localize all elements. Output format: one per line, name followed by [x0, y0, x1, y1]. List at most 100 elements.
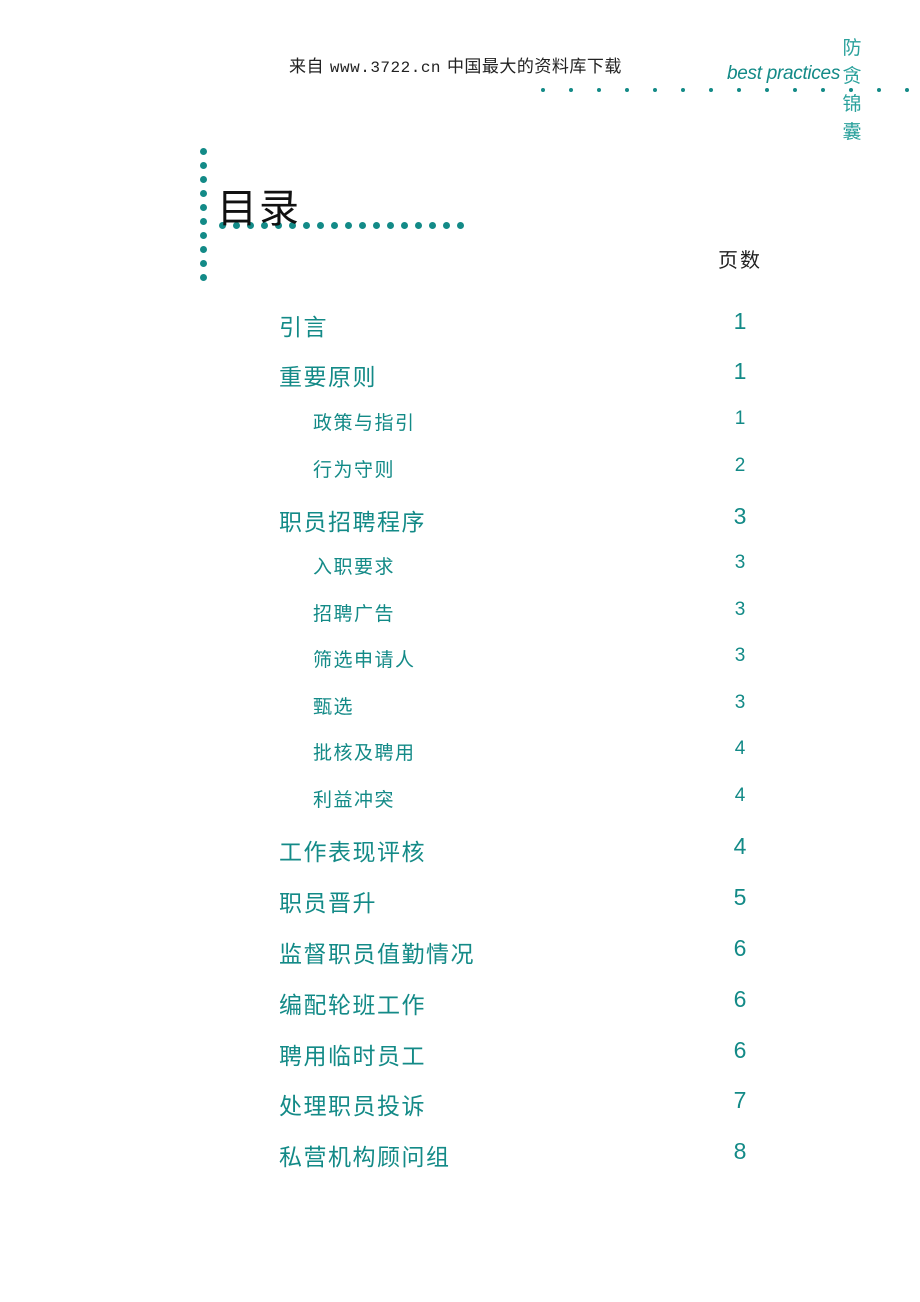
page-column-label: 页数	[718, 248, 762, 272]
toc-entry[interactable]: 政策与指引 1	[0, 408, 920, 438]
toc-entry-page-number: 4	[734, 738, 746, 759]
toc-entry-page-number: 6	[733, 1037, 747, 1063]
toc-entry-label[interactable]: 利益冲突	[313, 785, 395, 812]
decorative-dot	[415, 222, 422, 229]
source-line: 来自 www.3722.cn 中国最大的资料库下载	[289, 52, 622, 77]
series-title-char: 防	[842, 37, 862, 59]
toc-entry[interactable]: 批核及聘用 4	[0, 738, 920, 768]
decorative-dot	[387, 222, 394, 229]
decorative-dot	[569, 88, 573, 92]
toc-entry-page-number: 1	[734, 408, 746, 429]
toc-entry-label[interactable]: 监督职员值勤情况	[279, 935, 475, 969]
decorative-dot	[849, 88, 853, 92]
toc-entry-label[interactable]: 政策与指引	[313, 408, 416, 435]
decorative-dot	[541, 88, 545, 92]
toc-entry-page-number: 4	[734, 785, 746, 806]
decorative-dot	[597, 88, 601, 92]
decorative-dot	[765, 88, 769, 92]
decorative-dot	[793, 88, 797, 92]
toc-title: 目录	[217, 186, 301, 232]
toc-entry-page-number: 5	[733, 884, 747, 910]
toc-entry[interactable]: 职员晋升 5	[0, 884, 920, 917]
toc-entry-page-number: 6	[733, 986, 747, 1012]
series-title-char: 贪	[842, 65, 862, 87]
decorative-dot	[200, 232, 207, 239]
toc-entry-label[interactable]: 聘用临时员工	[279, 1037, 426, 1071]
toc-entry-label[interactable]: 处理职员投诉	[279, 1087, 426, 1121]
toc-entry-page-number: 3	[734, 599, 746, 620]
brand-tagline: best practices	[727, 63, 841, 84]
decorative-dot	[681, 88, 685, 92]
toc-entry-page-number: 3	[734, 692, 746, 713]
toc-entry-label[interactable]: 引言	[279, 308, 328, 342]
toc-entry-page-number: 4	[733, 833, 747, 859]
decorative-dot	[709, 88, 713, 92]
decorative-dot	[821, 88, 825, 92]
decorative-dot	[200, 176, 207, 183]
toc-entry-page-number: 3	[734, 645, 746, 666]
toc-entry-label[interactable]: 入职要求	[313, 552, 395, 579]
decorative-dot	[200, 190, 207, 197]
decorative-dot	[200, 274, 207, 281]
toc-entry[interactable]: 编配轮班工作 6	[0, 986, 920, 1019]
toc-entry[interactable]: 工作表现评核 4	[0, 833, 920, 866]
toc-entry-label[interactable]: 职员晋升	[279, 884, 377, 918]
decorative-dot	[200, 204, 207, 211]
decorative-dot	[331, 222, 338, 229]
toc-entry[interactable]: 监督职员值勤情况 6	[0, 935, 920, 968]
toc-entry[interactable]: 引言 1	[0, 308, 920, 341]
toc-entry-label[interactable]: 甄选	[313, 692, 354, 719]
toc-entry-page-number: 6	[733, 935, 747, 961]
decorative-dot	[877, 88, 881, 92]
toc-entry-label[interactable]: 批核及聘用	[313, 738, 416, 765]
decorative-dot	[200, 260, 207, 267]
decorative-dot	[303, 222, 310, 229]
decorative-dot	[443, 222, 450, 229]
toc-entry-label[interactable]: 招聘广告	[313, 599, 395, 626]
toc-entry[interactable]: 筛选申请人 3	[0, 645, 920, 675]
toc-entry-page-number: 1	[733, 358, 747, 384]
decorative-dot	[200, 148, 207, 155]
decorative-dot	[359, 222, 366, 229]
toc-entry-page-number: 1	[733, 308, 747, 334]
toc-entry[interactable]: 聘用临时员工 6	[0, 1037, 920, 1070]
toc-entry[interactable]: 职员招聘程序 3	[0, 503, 920, 536]
toc-entry[interactable]: 重要原则 1	[0, 358, 920, 391]
source-url-link[interactable]: www.3722.cn	[330, 59, 441, 77]
toc-entry-page-number: 2	[734, 455, 746, 476]
toc-entry[interactable]: 招聘广告 3	[0, 599, 920, 629]
decorative-dot	[653, 88, 657, 92]
toc-entry-label[interactable]: 工作表现评核	[279, 833, 426, 867]
toc-entry-page-number: 3	[734, 552, 746, 573]
toc-entry[interactable]: 甄选 3	[0, 692, 920, 722]
decorative-dot	[429, 222, 436, 229]
toc-entry-page-number: 3	[733, 503, 747, 529]
toc-entry[interactable]: 行为守则 2	[0, 455, 920, 485]
toc-entry-label[interactable]: 重要原则	[279, 358, 377, 392]
decorative-dot	[200, 218, 207, 225]
decorative-dot	[200, 246, 207, 253]
decorative-dot	[737, 88, 741, 92]
decorative-dot	[625, 88, 629, 92]
toc-entry-page-number: 7	[733, 1087, 747, 1113]
decorative-dot	[401, 222, 408, 229]
toc-entry[interactable]: 入职要求 3	[0, 552, 920, 582]
toc-entry-label[interactable]: 筛选申请人	[313, 645, 416, 672]
toc-entry[interactable]: 处理职员投诉 7	[0, 1087, 920, 1120]
toc-entry-label[interactable]: 私营机构顾问组	[279, 1138, 451, 1172]
source-suffix: 中国最大的资料库下载	[446, 57, 622, 77]
decorative-dot	[200, 162, 207, 169]
series-title-char: 锦	[842, 93, 862, 115]
series-title-char: 囊	[842, 121, 862, 143]
decorative-dot	[317, 222, 324, 229]
decorative-dot	[457, 222, 464, 229]
toc-entry-label[interactable]: 编配轮班工作	[279, 986, 426, 1020]
toc-entry[interactable]: 利益冲突 4	[0, 785, 920, 815]
decorative-dot	[905, 88, 909, 92]
toc-entry-page-number: 8	[733, 1138, 747, 1164]
decorative-dot	[345, 222, 352, 229]
toc-entry-label[interactable]: 职员招聘程序	[279, 503, 426, 537]
source-prefix: 来自	[289, 57, 324, 77]
toc-entry-label[interactable]: 行为守则	[313, 455, 395, 482]
toc-entry[interactable]: 私营机构顾问组 8	[0, 1138, 920, 1171]
